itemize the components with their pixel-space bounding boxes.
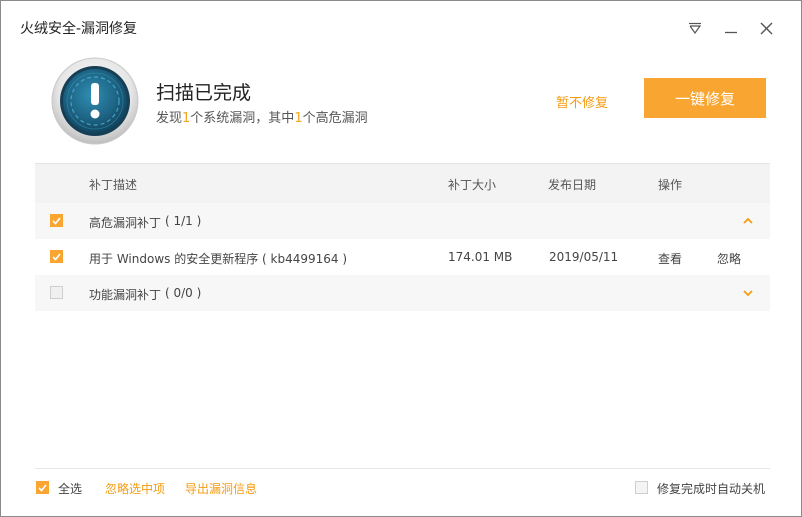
- patch-checkbox[interactable]: [50, 250, 63, 263]
- ignore-patch-link[interactable]: 忽略: [717, 250, 741, 267]
- close-icon: [760, 22, 772, 34]
- auto-shutdown-label[interactable]: 修复完成时自动关机: [657, 480, 765, 497]
- window-title: 火绒安全-漏洞修复: [20, 21, 138, 37]
- checkmark-icon: [38, 483, 47, 492]
- column-date: 发布日期: [548, 178, 597, 192]
- group-row-high-risk[interactable]: 高危漏洞补丁 ( 1/1 ): [35, 203, 770, 239]
- group-checkbox-functional[interactable]: [50, 286, 63, 299]
- group-checkbox-high-risk[interactable]: [50, 214, 63, 227]
- summary-prefix: 发现: [156, 111, 183, 126]
- summary-middle: 个系统漏洞，其中: [190, 111, 295, 126]
- table-row[interactable]: 用于 Windows 的安全更新程序 ( kb4499164 ) 174.01 …: [35, 239, 770, 275]
- patch-date: 2019/05/11: [549, 250, 619, 264]
- vulnerability-repair-window: 火绒安全-漏洞修复 扫描已完成 发现1个系统漏洞，其中1个高危漏洞 暂不修复 一…: [0, 0, 802, 517]
- defer-repair-link[interactable]: 暂不修复: [556, 92, 608, 111]
- chevron-up-icon[interactable]: [742, 215, 754, 227]
- group-row-functional[interactable]: 功能漏洞补丁 ( 0/0 ): [35, 275, 770, 311]
- group-count: ( 0/0 ): [165, 286, 202, 300]
- group-label: 功能漏洞补丁: [89, 288, 162, 302]
- scan-status-title: 扫描已完成: [156, 82, 252, 104]
- summary-suffix: 个高危漏洞: [302, 111, 368, 126]
- footer-divider: [35, 468, 770, 469]
- column-description: 补丁描述: [89, 178, 138, 192]
- one-click-fix-button[interactable]: 一键修复: [644, 78, 766, 118]
- select-all-checkbox[interactable]: [36, 481, 49, 494]
- select-all-label[interactable]: 全选: [58, 480, 82, 497]
- scan-result-header: 扫描已完成 发现1个系统漏洞，其中1个高危漏洞 暂不修复 一键修复: [1, 51, 801, 161]
- title-bar: 火绒安全-漏洞修复: [1, 1, 801, 51]
- auto-shutdown-checkbox[interactable]: [635, 481, 648, 494]
- patch-size: 174.01 MB: [448, 250, 513, 264]
- group-label: 高危漏洞补丁: [89, 216, 162, 230]
- column-actions: 操作: [658, 178, 683, 192]
- triangle-down-icon: [689, 22, 702, 34]
- menu-button[interactable]: [682, 15, 708, 41]
- minimize-button[interactable]: [718, 15, 744, 41]
- table-header: 补丁描述 补丁大小 发布日期 操作: [35, 163, 770, 203]
- minimize-icon: [725, 31, 737, 34]
- view-patch-link[interactable]: 查看: [658, 250, 682, 267]
- checkmark-icon: [52, 216, 61, 225]
- chevron-down-icon[interactable]: [742, 287, 754, 299]
- checkmark-icon: [52, 252, 61, 261]
- patch-table: 补丁描述 补丁大小 发布日期 操作 高危漏洞补丁 ( 1/1 ) 用于 Wind…: [35, 163, 770, 311]
- high-risk-count: 1: [294, 111, 303, 126]
- column-size: 补丁大小: [448, 178, 497, 192]
- group-count: ( 1/1 ): [165, 214, 202, 228]
- close-button[interactable]: [753, 15, 779, 41]
- alert-shield-icon: [51, 57, 139, 145]
- scan-summary: 发现1个系统漏洞，其中1个高危漏洞: [156, 107, 368, 126]
- ignore-selected-link[interactable]: 忽略选中项: [105, 480, 165, 497]
- patch-description: 用于 Windows 的安全更新程序 ( kb4499164 ): [89, 252, 348, 266]
- export-info-link[interactable]: 导出漏洞信息: [185, 480, 257, 497]
